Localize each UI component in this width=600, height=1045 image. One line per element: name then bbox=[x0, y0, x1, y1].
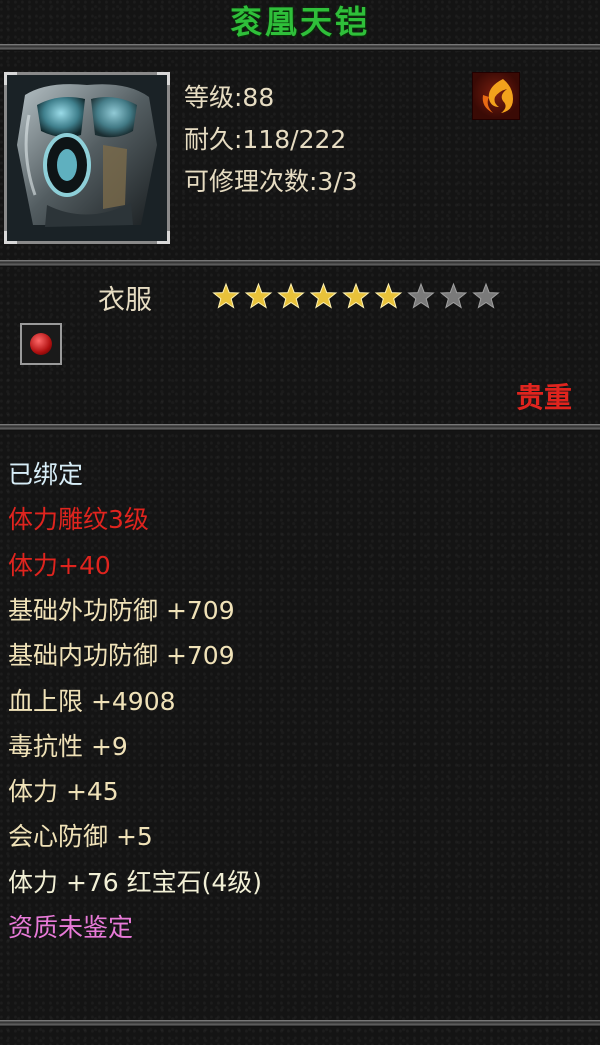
property-line: 体力+40 bbox=[8, 550, 111, 580]
property-line: 资质未鉴定 bbox=[8, 913, 134, 942]
property-line: 毒抗性 +9 bbox=[8, 731, 128, 761]
property-line: 会心防御 +5 bbox=[8, 822, 153, 852]
property-line: 基础外功防御 +709 bbox=[8, 595, 235, 625]
property-line: 已绑定 bbox=[8, 460, 84, 489]
star-icon-filled bbox=[374, 282, 403, 309]
property-line: 基础内功防御 +709 bbox=[8, 641, 235, 671]
item-tooltip: 衮凰天铠 等级:88 耐久:118/222 可修理次数:3/3 衣服 贵重 已绑… bbox=[0, 0, 600, 1045]
star-icon-filled bbox=[212, 282, 240, 309]
property-line: 血上限 +4908 bbox=[8, 686, 176, 716]
fire-icon bbox=[472, 72, 520, 120]
star-icon-filled bbox=[244, 282, 273, 309]
star-icon-filled bbox=[277, 282, 305, 309]
armor-icon bbox=[7, 75, 167, 241]
property-line: 体力 +76 红宝石(4级) bbox=[8, 867, 263, 897]
property-line: 体力雕纹3级 bbox=[8, 505, 149, 535]
star-icon-filled bbox=[342, 282, 370, 309]
star-icon-empty bbox=[439, 282, 468, 309]
item-icon-frame[interactable] bbox=[4, 72, 170, 244]
section-divider-1 bbox=[0, 260, 600, 267]
section-divider-2 bbox=[0, 424, 600, 431]
star-icon-empty bbox=[407, 282, 435, 309]
item-title: 衮凰天铠 bbox=[229, 3, 370, 41]
item-category: 衣服 bbox=[98, 285, 152, 316]
property-line: 体力 +45 bbox=[8, 777, 119, 807]
item-durability: 耐久:118/222 bbox=[184, 125, 347, 154]
gem-slot[interactable] bbox=[20, 323, 62, 365]
rarity-label: 贵重 bbox=[515, 381, 572, 414]
ruby-gem-icon bbox=[30, 333, 52, 355]
star-rating bbox=[212, 282, 500, 309]
star-icon-filled bbox=[309, 282, 338, 309]
item-repair-count: 可修理次数:3/3 bbox=[184, 167, 358, 196]
bottom-divider bbox=[0, 1020, 600, 1027]
star-icon-empty bbox=[472, 282, 500, 309]
item-level: 等级:88 bbox=[184, 83, 275, 112]
title-divider bbox=[0, 44, 600, 51]
